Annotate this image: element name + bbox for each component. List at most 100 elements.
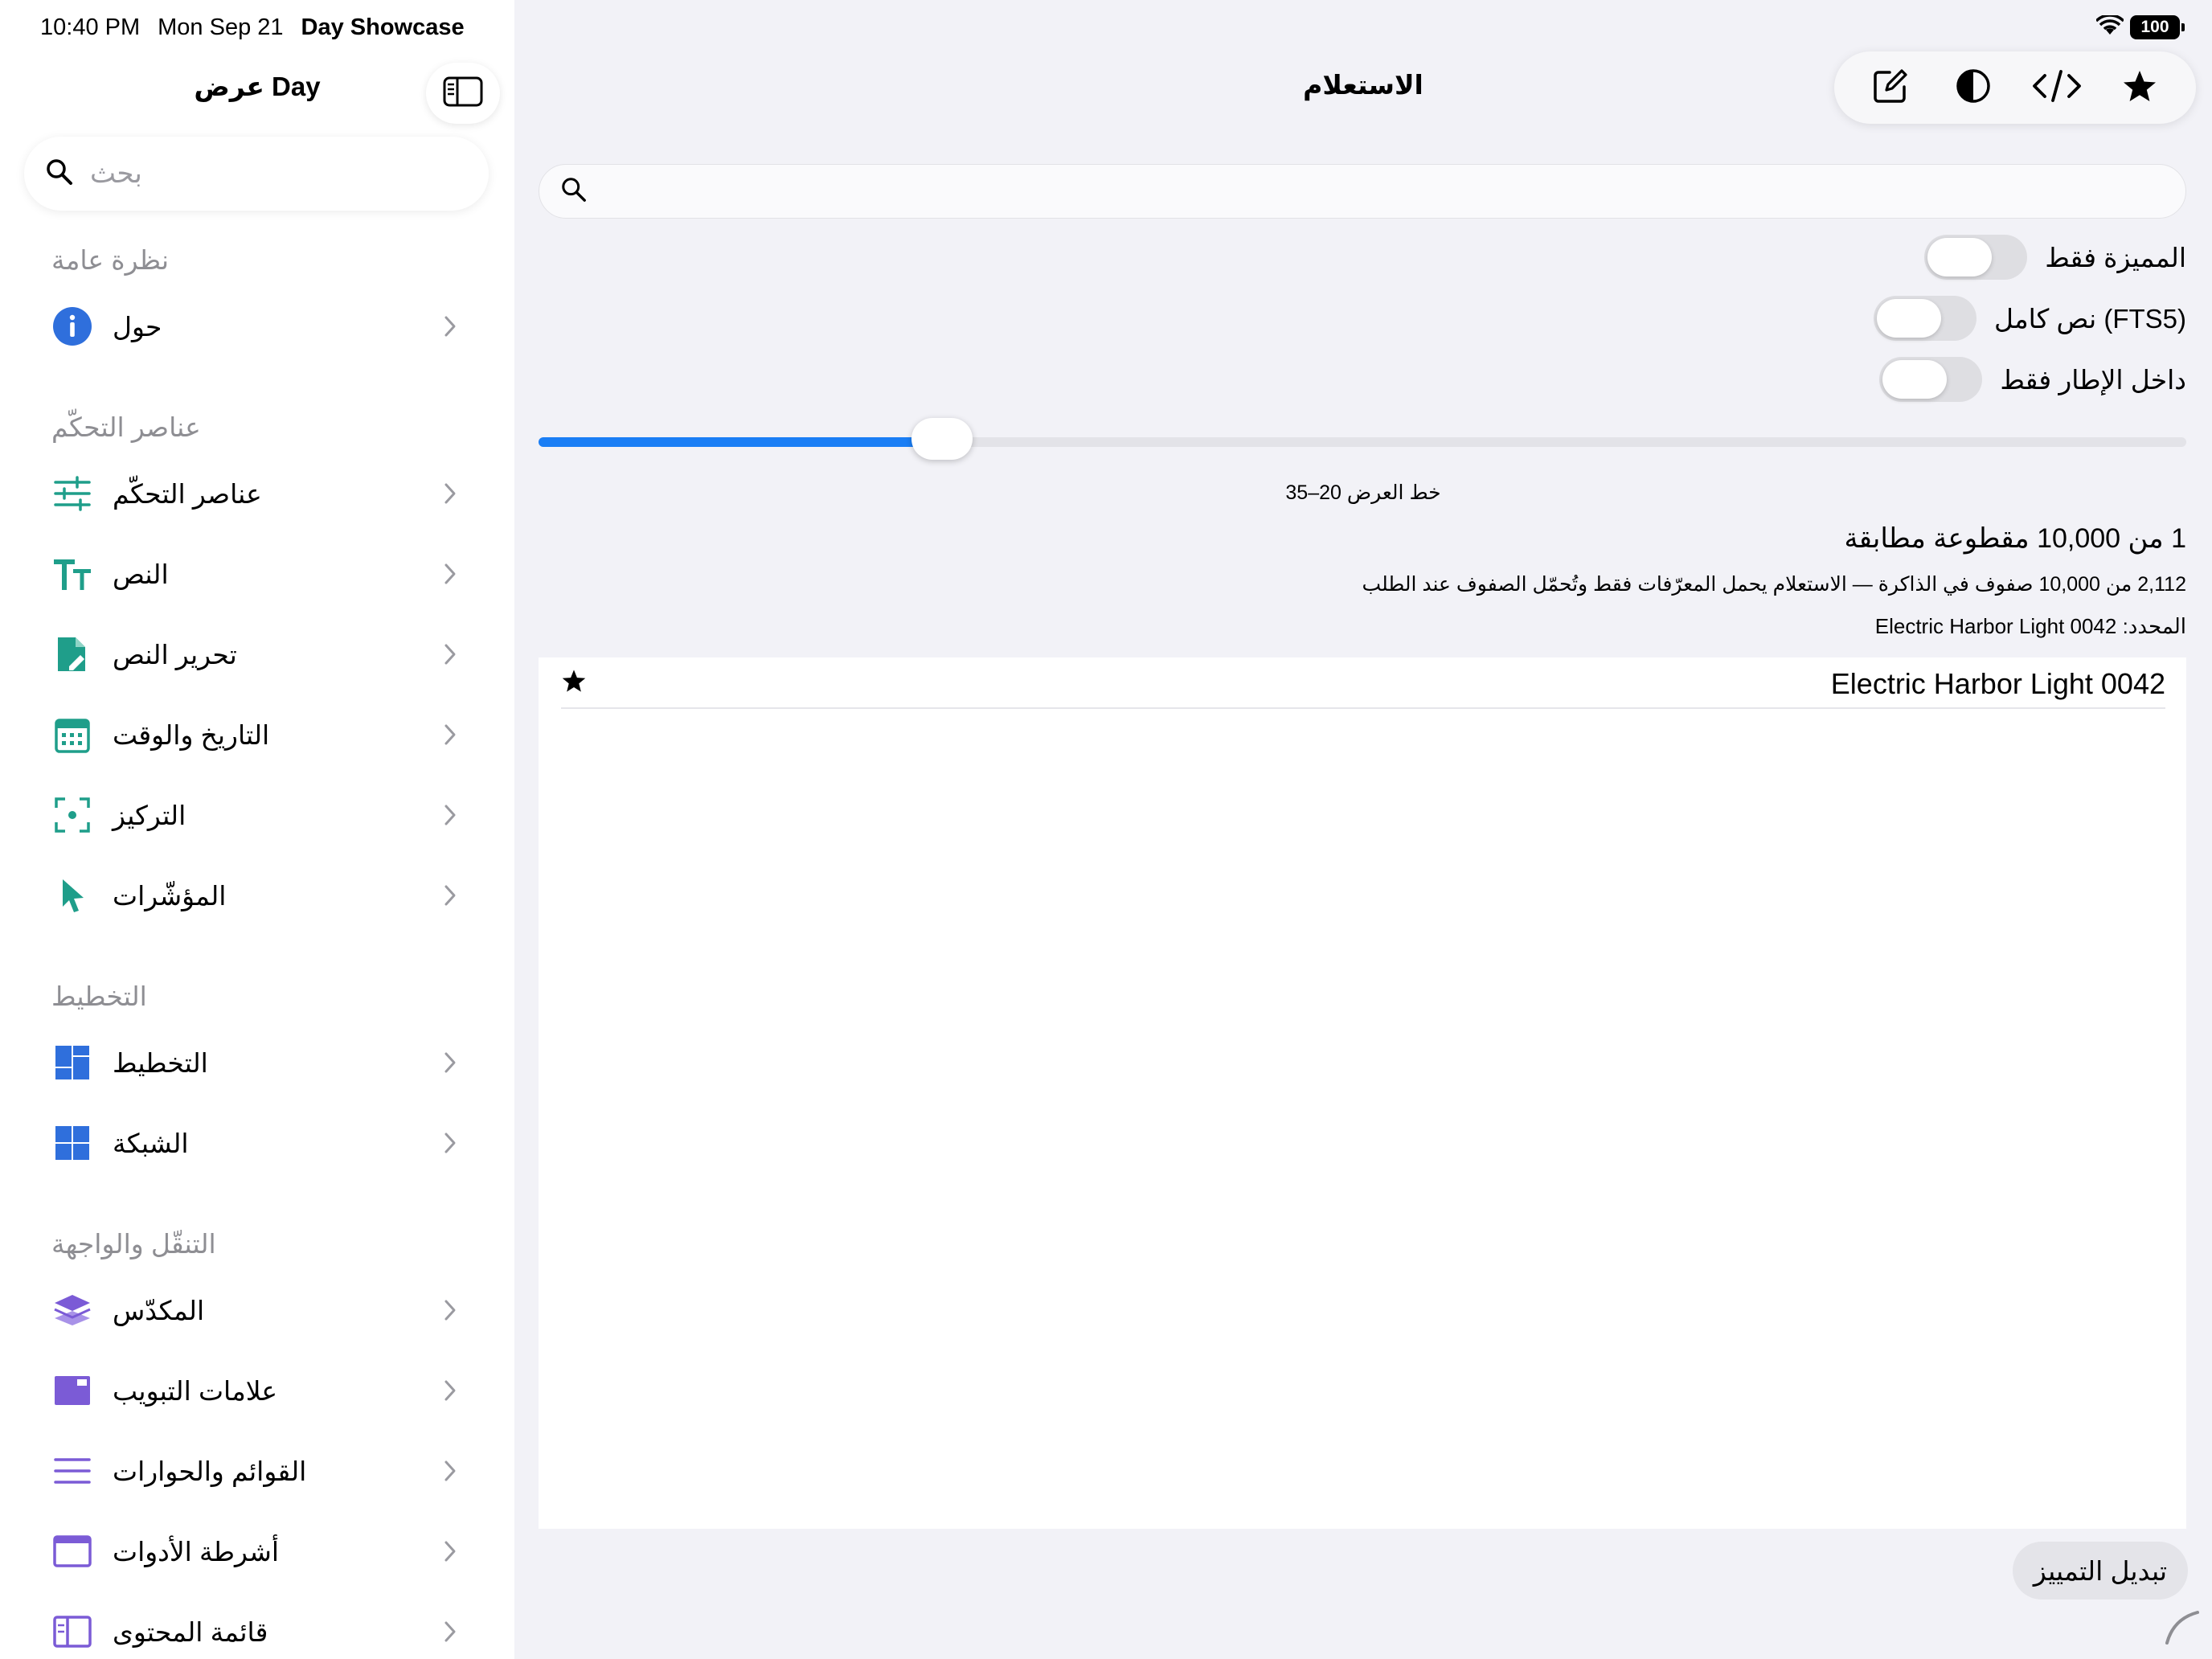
contrast-icon: [1955, 68, 1992, 109]
sidebar-search-field[interactable]: بحث: [24, 137, 489, 211]
match-count: 1 من 10,000 مقطوعة مطابقة: [1844, 523, 2186, 554]
fulltext-switch[interactable]: [1873, 296, 1976, 341]
wifi-icon: [2095, 13, 2125, 40]
list-item[interactable]: Electric Harbor Light 0042: [561, 657, 2165, 709]
edit-document-icon: [51, 633, 93, 675]
selected-item: المحدد: Electric Harbor Light 0042: [1874, 614, 2186, 638]
appearance-button[interactable]: [1945, 59, 2001, 116]
sidebar-item-controls[interactable]: عناصر التحكّم: [0, 453, 514, 534]
sidebar-item-toolbars[interactable]: أشرطة الأدوات: [0, 1511, 514, 1591]
chevron-right-icon: [444, 1379, 457, 1406]
status-time: 10:40 PM: [40, 14, 141, 40]
calendar-icon: [51, 714, 93, 756]
stack-icon: [51, 1289, 93, 1331]
sidebar-item-label: التخطيط: [113, 1047, 208, 1078]
favorite-button[interactable]: [2112, 59, 2168, 116]
sidebar-item-label: النص: [113, 559, 169, 589]
text-size-icon: [51, 553, 93, 595]
section-header-navigation: التنقّل والواجهة: [51, 1228, 216, 1259]
sidebar-item-label: أشرطة الأدوات: [113, 1536, 280, 1567]
chevron-right-icon: [444, 563, 457, 589]
chevron-right-icon: [444, 1540, 457, 1567]
chevron-right-icon: [444, 1299, 457, 1325]
menu-lines-icon: [51, 1450, 93, 1492]
chevron-right-icon: [444, 1460, 457, 1486]
sidebar-list: نظرة عامة حول عناصر التحكّم عناصر التحكّ…: [0, 233, 514, 1659]
toolbar: [1834, 51, 2196, 124]
in-frame-switch[interactable]: [1879, 357, 1983, 402]
resize-handle-icon[interactable]: [2162, 1608, 2201, 1650]
code-button[interactable]: [2029, 59, 2085, 116]
content-list-icon: [51, 1611, 93, 1653]
toggle-highlight-button[interactable]: تبديل التمييز: [2013, 1542, 2188, 1600]
chevron-right-icon: [444, 804, 457, 830]
sidebar-item-label: التركيز: [113, 800, 186, 830]
toggle-row-in-frame: داخل الإطار فقط: [1879, 355, 2186, 403]
code-icon: [2032, 69, 2082, 107]
sidebar-item-label: الشبكة: [113, 1128, 189, 1158]
chevron-right-icon: [444, 482, 457, 509]
sidebar-item-layout[interactable]: التخطيط: [0, 1022, 514, 1103]
slider-thumb[interactable]: [911, 418, 973, 460]
compose-button[interactable]: [1862, 59, 1919, 116]
star-icon: [2122, 69, 2157, 107]
section-header-overview: نظرة عامة: [51, 244, 170, 275]
sidebar-search-placeholder: بحث: [90, 158, 142, 189]
sidebar-toggle-button[interactable]: [426, 63, 500, 124]
pointer-icon: [51, 875, 93, 916]
status-bar-left: 10:40 PM Mon Sep 21 Day Showcase: [40, 11, 465, 43]
sidebar: عرض Day بحث نظرة عامة حول عناصر التحكّم …: [0, 0, 514, 1659]
status-date: Mon Sep 21: [158, 14, 284, 40]
chevron-right-icon: [444, 1051, 457, 1078]
sidebar-title: عرض Day: [194, 72, 321, 101]
search-icon: [560, 176, 588, 207]
sidebar-item-label: القوائم والحوارات: [113, 1456, 307, 1486]
sidebar-item-stack[interactable]: المكدّس: [0, 1270, 514, 1350]
sidebar-item-menus-dialogs[interactable]: القوائم والحوارات: [0, 1431, 514, 1511]
sidebar-item-label: علامات التبويب: [113, 1375, 278, 1406]
toolbar-icon: [51, 1530, 93, 1572]
sidebar-item-content-list[interactable]: قائمة المحتوى: [0, 1591, 514, 1659]
sidebar-item-date-time[interactable]: التاريخ والوقت: [0, 694, 514, 775]
sidebar-item-about[interactable]: حول: [0, 286, 514, 367]
grid-icon: [51, 1122, 93, 1164]
featured-only-switch[interactable]: [1924, 235, 2028, 280]
results-list: Electric Harbor Light 0042: [539, 657, 2186, 1529]
sidebar-item-label: عناصر التحكّم: [113, 478, 262, 509]
sidebar-item-pointers[interactable]: المؤشّرات: [0, 855, 514, 936]
sidebar-toggle-icon: [443, 76, 483, 111]
chevron-right-icon: [444, 723, 457, 750]
layout-icon: [51, 1042, 93, 1083]
sidebar-item-label: حول: [113, 311, 162, 342]
chevron-right-icon: [444, 1132, 457, 1158]
sliders-icon: [51, 473, 93, 514]
toggle-row-featured: المميزة فقط: [1924, 233, 2186, 281]
chevron-right-icon: [444, 315, 457, 342]
sidebar-item-label: التاريخ والوقت: [113, 719, 270, 750]
section-header-layout: التخطيط: [51, 981, 147, 1011]
toggle-label: نص كامل (FTS5): [1993, 303, 2186, 334]
info-icon: [51, 305, 93, 347]
toggle-row-fulltext: نص كامل (FTS5): [1873, 294, 2186, 342]
section-header-controls: عناصر التحكّم: [51, 412, 201, 442]
toggle-label: داخل الإطار فقط: [2000, 364, 2186, 395]
sidebar-item-tabs[interactable]: علامات التبويب: [0, 1350, 514, 1431]
sidebar-item-text-editing[interactable]: تحرير النص: [0, 614, 514, 694]
memory-info: 2,112 من 10,000 صفوف في الذاكرة — الاستع…: [1362, 573, 2186, 596]
query-search-field[interactable]: [539, 164, 2186, 219]
sidebar-item-label: تحرير النص: [113, 639, 237, 670]
sidebar-header: عرض Day: [0, 58, 514, 124]
slider-caption: خط العرض 20–35: [1285, 481, 1441, 504]
focus-icon: [51, 794, 93, 836]
status-app-name: Day Showcase: [301, 14, 465, 40]
status-bar-right: 100: [2095, 11, 2185, 43]
latitude-slider[interactable]: [539, 418, 2186, 460]
result-name: Electric Harbor Light 0042: [1830, 667, 2165, 700]
sidebar-item-focus[interactable]: التركيز: [0, 775, 514, 855]
sidebar-item-text[interactable]: النص: [0, 534, 514, 614]
battery-icon: 100: [2130, 15, 2185, 39]
chevron-right-icon: [444, 1620, 457, 1647]
sidebar-item-grid[interactable]: الشبكة: [0, 1103, 514, 1183]
tabs-icon: [51, 1370, 93, 1411]
sidebar-item-label: قائمة المحتوى: [113, 1616, 268, 1647]
